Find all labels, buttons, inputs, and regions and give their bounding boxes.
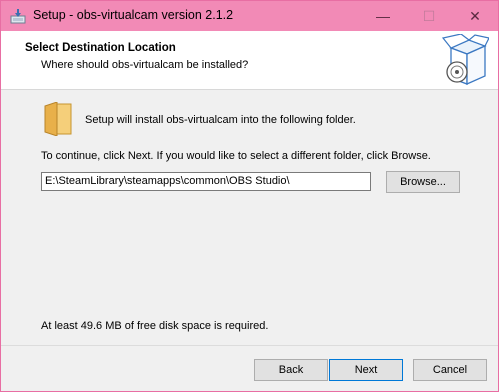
minimize-button[interactable]: —: [360, 1, 406, 31]
title-bar[interactable]: Setup - obs-virtualcam version 2.1.2 — ☐…: [1, 1, 498, 31]
folder-icon: [44, 102, 72, 136]
browse-button[interactable]: Browse...: [386, 171, 460, 193]
cancel-button[interactable]: Cancel: [413, 359, 487, 381]
maximize-icon: ☐: [422, 7, 436, 24]
continue-instructions: To continue, click Next. If you would li…: [41, 150, 431, 162]
close-icon: ✕: [469, 7, 481, 24]
destination-path-input[interactable]: E:\SteamLibrary\steamapps\common\OBS Stu…: [41, 172, 371, 191]
next-button[interactable]: Next: [329, 359, 403, 381]
page-title: Select Destination Location: [25, 42, 176, 54]
minimize-icon: —: [376, 8, 390, 24]
disk-space-text: At least 49.6 MB of free disk space is r…: [41, 320, 269, 332]
wizard-header: Select Destination Location Where should…: [1, 31, 498, 90]
close-button[interactable]: ✕: [452, 1, 498, 31]
setup-app-icon: [10, 9, 26, 24]
page-subtitle: Where should obs-virtualcam be installed…: [41, 59, 249, 71]
install-box-icon: [441, 34, 489, 86]
back-button[interactable]: Back: [254, 359, 328, 381]
install-folder-text: Setup will install obs-virtualcam into t…: [85, 114, 356, 126]
footer-divider: [1, 345, 498, 346]
setup-window: Setup - obs-virtualcam version 2.1.2 — ☐…: [0, 0, 499, 392]
maximize-button[interactable]: ☐: [406, 1, 452, 31]
window-title: Setup - obs-virtualcam version 2.1.2: [33, 8, 234, 22]
